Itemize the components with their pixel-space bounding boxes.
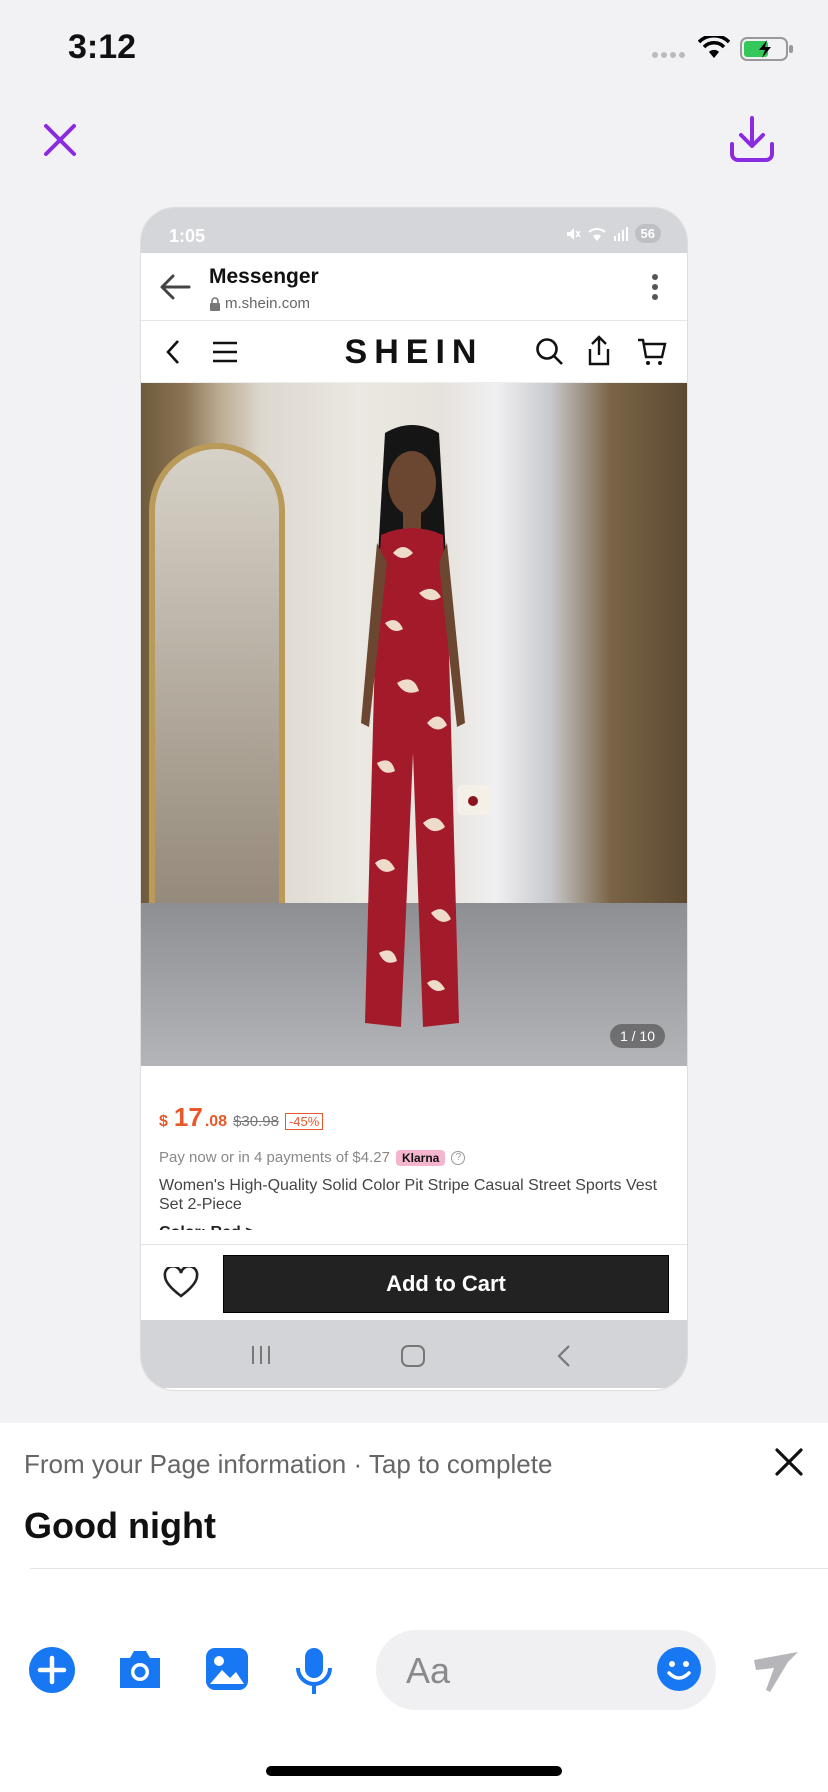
price-currency: $ (159, 1113, 168, 1130)
camera-icon[interactable] (116, 1646, 164, 1692)
search-icon[interactable] (535, 337, 565, 367)
download-icon[interactable] (728, 114, 776, 164)
divider (30, 1568, 828, 1569)
store-header: SHEIN (141, 321, 687, 383)
color-selector-cutoff[interactable]: Color: Red > (159, 1220, 669, 1230)
home-indicator (266, 1766, 562, 1776)
browser-url: m.shein.com (209, 295, 310, 312)
product-info: $ 17 .08 $30.98 -45% Pay now or in 4 pay… (141, 1066, 687, 1244)
back-icon[interactable] (555, 1344, 573, 1368)
message-input[interactable]: Aa (376, 1630, 716, 1710)
discount-badge: -45% (284, 1113, 324, 1130)
add-to-cart-button[interactable]: Add to Cart (223, 1255, 669, 1313)
image-gallery-icon[interactable] (204, 1646, 250, 1692)
cart-icon[interactable] (637, 337, 667, 367)
product-title: Women's High-Quality Solid Color Pit Str… (159, 1177, 658, 1213)
wifi-icon (698, 36, 730, 58)
in-app-browser-bar: Messenger m.shein.com (141, 253, 687, 321)
suggestion-sheet: From your Page information · Tap to comp… (0, 1423, 828, 1792)
share-icon[interactable] (585, 335, 613, 367)
klarna-badge: Klarna (395, 1149, 446, 1166)
shared-screenshot[interactable]: 1:05 56 Messenger m.shein.com SHEIN 1 / … (141, 208, 687, 1390)
home-icon[interactable] (400, 1344, 426, 1368)
help-icon[interactable]: ? (451, 1150, 466, 1165)
like-thumb-icon[interactable] (752, 1650, 800, 1694)
screenshot-signal-icon (613, 226, 628, 241)
price-whole: 17 (173, 1102, 203, 1132)
emoji-icon[interactable] (656, 1646, 702, 1692)
original-price: $30.98 (233, 1113, 279, 1130)
plus-circle-icon[interactable] (28, 1646, 76, 1694)
battery-charging-icon (740, 37, 793, 61)
cart-bar: Add to Cart (141, 1244, 687, 1320)
screenshot-battery: 56 (634, 224, 661, 243)
close-icon[interactable] (40, 120, 80, 160)
suggestion-hint[interactable]: From your Page information · Tap to comp… (24, 1449, 552, 1480)
screenshot-wifi-icon (587, 227, 606, 241)
microphone-icon[interactable] (294, 1646, 334, 1696)
status-time: 3:12 (68, 28, 137, 66)
dismiss-suggestion-icon[interactable] (774, 1447, 804, 1477)
mute-icon (566, 227, 581, 240)
message-composer: Aa (0, 1626, 828, 1716)
status-bar: 3:12 (0, 0, 828, 100)
price-cents: .08 (204, 1113, 228, 1130)
installment-text: Pay now or in 4 payments of $4.27 (159, 1149, 390, 1166)
mirror (149, 443, 285, 983)
message-placeholder: Aa (406, 1650, 451, 1691)
cellular-signal-icon (652, 52, 685, 58)
more-vertical-icon[interactable] (651, 273, 659, 301)
heart-icon[interactable] (163, 1267, 199, 1299)
android-nav-bar (141, 1320, 687, 1388)
installment-row[interactable]: Pay now or in 4 payments of $4.27 Klarna… (159, 1149, 669, 1166)
screenshot-time: 1:05 (169, 226, 206, 246)
suggested-message[interactable]: Good night (24, 1505, 216, 1547)
arrow-left-icon[interactable] (159, 273, 191, 301)
image-counter: 1 / 10 (609, 1024, 665, 1048)
browser-title: Messenger (209, 265, 319, 288)
recents-icon[interactable] (249, 1344, 273, 1366)
price-row: $ 17 .08 $30.98 -45% (159, 1102, 669, 1133)
url-text: m.shein.com (225, 295, 311, 312)
lock-icon (210, 296, 220, 311)
screenshot-status-bar: 1:05 56 (141, 208, 687, 253)
model-photo (361, 425, 491, 1027)
product-image[interactable]: 1 / 10 (141, 383, 687, 1066)
